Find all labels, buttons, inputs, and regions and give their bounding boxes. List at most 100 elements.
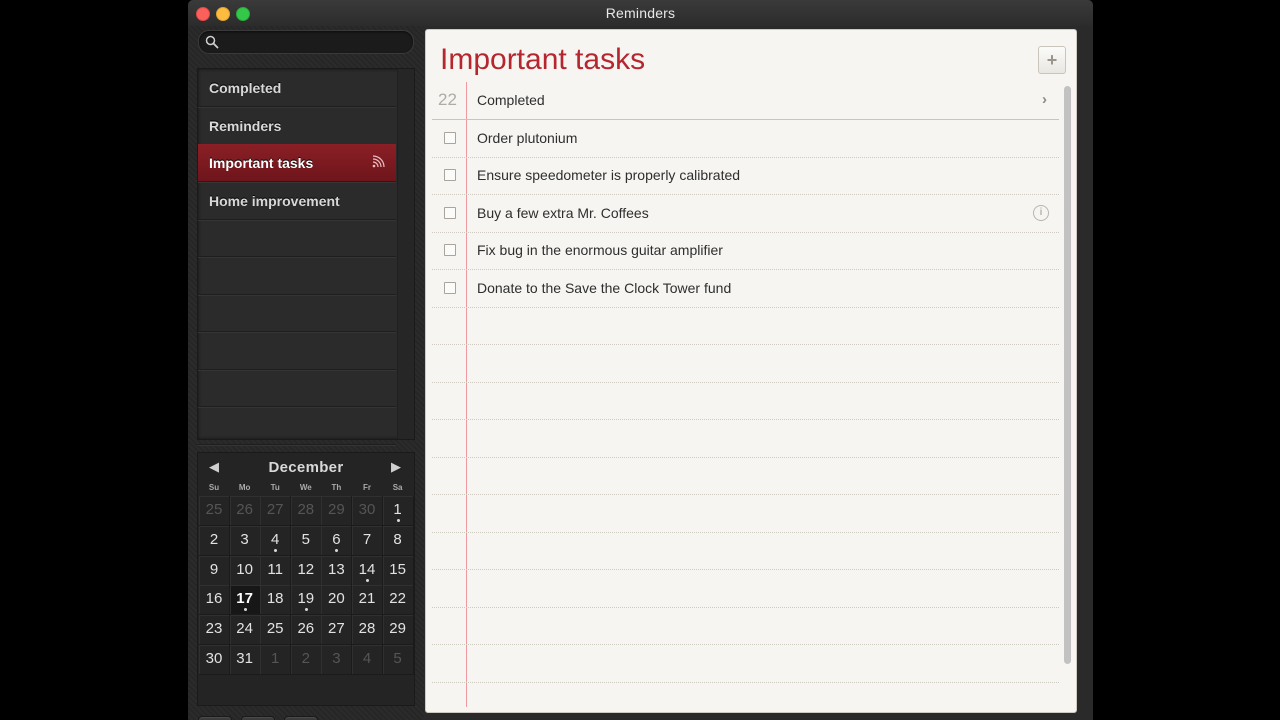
add-list-button[interactable]: [284, 716, 318, 720]
calendar-day[interactable]: 30: [199, 645, 230, 675]
reminder-row[interactable]: Buy a few extra Mr. Coffees i: [432, 195, 1059, 233]
empty-row[interactable]: [432, 307, 1059, 345]
reminder-text[interactable]: Order plutonium: [477, 130, 577, 146]
reminder-checkbox[interactable]: [444, 169, 456, 181]
reminder-text[interactable]: Fix bug in the enormous guitar amplifier: [477, 242, 723, 258]
calendar-day[interactable]: 31: [229, 645, 261, 675]
calendar-day[interactable]: 26: [229, 496, 261, 526]
next-month-icon[interactable]: ▶: [386, 459, 406, 475]
weekday-label: We: [299, 483, 312, 492]
empty-row[interactable]: [432, 382, 1059, 420]
reminder-row[interactable]: Order plutonium: [432, 120, 1059, 158]
calendar-day[interactable]: 16: [199, 585, 230, 616]
calendar-day[interactable]: 21: [352, 585, 383, 616]
calendar-day[interactable]: 1: [382, 496, 414, 526]
calendar-day[interactable]: 26: [290, 615, 322, 646]
reminder-text[interactable]: Ensure speedometer is properly calibrate…: [477, 167, 740, 183]
calendar-day[interactable]: 11: [260, 555, 292, 586]
calendar-day[interactable]: 1: [260, 645, 292, 675]
plus-icon: +: [1046, 50, 1058, 70]
calendar-day[interactable]: 18: [260, 585, 292, 616]
calendar-day[interactable]: 24: [229, 615, 261, 646]
sidebar-empty-row: [198, 369, 396, 407]
empty-row[interactable]: [432, 457, 1059, 495]
calendar-day[interactable]: 9: [199, 555, 230, 586]
calendar-day[interactable]: 5: [382, 645, 414, 675]
show-sidebar-button[interactable]: [198, 716, 232, 720]
reminder-row[interactable]: Fix bug in the enormous guitar amplifier: [432, 232, 1059, 270]
sidebar-item-label: Completed: [209, 80, 282, 96]
info-icon[interactable]: i: [1033, 204, 1049, 221]
calendar-day[interactable]: 3: [229, 525, 261, 556]
calendar-day[interactable]: 4: [352, 645, 383, 675]
completed-count: 22: [438, 90, 457, 109]
search-field[interactable]: [198, 30, 414, 54]
sidebar-empty-row: [198, 294, 396, 332]
calendar-day[interactable]: 8: [382, 525, 414, 556]
shared-list-icon: [372, 155, 385, 168]
sidebar-item-label: Reminders: [209, 117, 282, 134]
bottom-toolbar: [188, 712, 424, 720]
empty-row[interactable]: [432, 570, 1059, 608]
calendar-day[interactable]: 12: [290, 555, 322, 586]
reminder-row[interactable]: Ensure speedometer is properly calibrate…: [432, 157, 1059, 195]
add-reminder-button[interactable]: +: [1038, 46, 1066, 74]
empty-row[interactable]: [432, 645, 1059, 683]
weekday-label: Su: [208, 483, 220, 492]
calendar-day[interactable]: 29: [321, 496, 353, 526]
calendar-day[interactable]: 28: [290, 496, 322, 526]
list-scrollbar[interactable]: [1064, 86, 1071, 664]
sidebar-item-important-tasks[interactable]: Important tasks: [198, 144, 396, 182]
calendar-day[interactable]: 13: [321, 555, 353, 586]
reminder-checkbox[interactable]: [444, 206, 456, 219]
empty-row[interactable]: [432, 532, 1059, 570]
reminder-text[interactable]: Buy a few extra Mr. Coffees: [477, 205, 649, 221]
calendar-day[interactable]: 3: [321, 645, 353, 675]
sidebar-item-completed[interactable]: Completed: [198, 69, 396, 107]
empty-row[interactable]: [432, 607, 1059, 645]
calendar-day[interactable]: 2: [290, 645, 322, 675]
calendar-toggle-button[interactable]: [241, 716, 275, 720]
calendar-day[interactable]: 6: [321, 525, 353, 556]
calendar-day[interactable]: 7: [352, 525, 383, 556]
sidebar: Completed Reminders Important tasks Home im…: [188, 26, 424, 720]
calendar-day[interactable]: 4: [260, 525, 292, 556]
calendar-day[interactable]: 23: [199, 615, 230, 646]
calendar-day[interactable]: 25: [260, 615, 292, 646]
sidebar-item-reminders[interactable]: Reminders: [198, 107, 396, 145]
reminder-checkbox[interactable]: [444, 244, 456, 256]
calendar-day[interactable]: 30: [352, 496, 383, 526]
empty-row[interactable]: [432, 345, 1059, 383]
calendar-day[interactable]: 14: [352, 555, 383, 586]
calendar-day[interactable]: 27: [260, 496, 292, 526]
calendar-day[interactable]: 5: [290, 525, 322, 556]
calendar-day-today[interactable]: 17: [229, 585, 261, 616]
calendar-day[interactable]: 28: [352, 615, 383, 646]
calendar-day[interactable]: 20: [321, 585, 353, 616]
calendar-day[interactable]: 19: [290, 585, 322, 616]
sidebar-empty-row: [198, 407, 396, 445]
weekday-label: Th: [331, 483, 342, 492]
sidebar-item-home-improvement[interactable]: Home improvement: [198, 182, 396, 220]
calendar-day[interactable]: 15: [382, 555, 414, 586]
calendar-day[interactable]: 10: [229, 555, 261, 586]
empty-row[interactable]: [432, 420, 1059, 458]
reminder-text[interactable]: Donate to the Save the Clock Tower fund: [477, 280, 731, 296]
calendar-day[interactable]: 25: [199, 496, 230, 526]
lists-scrollbar[interactable]: [397, 69, 414, 439]
reminder-row[interactable]: Donate to the Save the Clock Tower fund: [432, 270, 1059, 308]
title-bar[interactable]: Reminders: [188, 0, 1093, 26]
calendar-day[interactable]: 27: [321, 615, 353, 646]
search-icon: [205, 35, 219, 49]
weekday-label: Mo: [238, 483, 251, 492]
calendar-day[interactable]: 22: [382, 585, 414, 616]
empty-row[interactable]: [432, 682, 1059, 707]
calendar-day[interactable]: 2: [199, 525, 230, 556]
completed-row[interactable]: 22 Completed ›: [432, 82, 1059, 120]
reminder-checkbox[interactable]: [444, 281, 456, 294]
calendar-day[interactable]: 29: [382, 615, 414, 646]
chevron-right-icon[interactable]: ›: [1042, 91, 1047, 108]
empty-row[interactable]: [432, 495, 1059, 533]
reminder-checkbox[interactable]: [444, 131, 456, 144]
sidebar-empty-row: [198, 257, 396, 295]
